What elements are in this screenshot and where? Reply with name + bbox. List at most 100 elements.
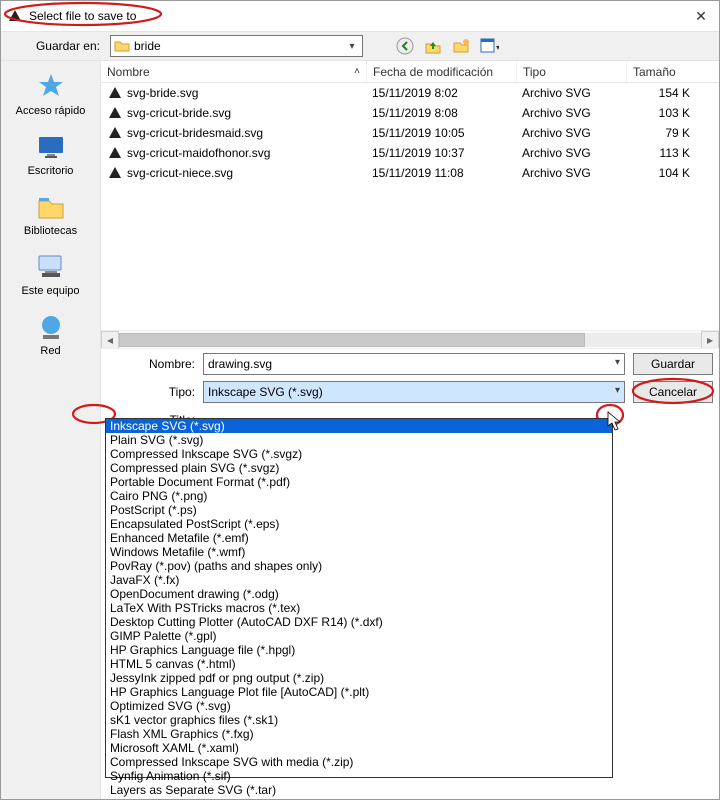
scroll-left-icon[interactable]: ◂ bbox=[101, 331, 119, 349]
file-name: svg-cricut-bridesmaid.svg bbox=[127, 126, 263, 140]
type-option[interactable]: Windows Metafile (*.wmf) bbox=[106, 545, 612, 559]
file-list[interactable]: Nombre˄ Fecha de modificación Tipo Tamañ… bbox=[101, 61, 719, 349]
sidebar-item-this-pc[interactable]: Este equipo bbox=[11, 251, 91, 297]
inkscape-file-icon bbox=[107, 145, 123, 161]
close-button[interactable]: ✕ bbox=[689, 5, 713, 27]
file-date: 15/11/2019 10:37 bbox=[366, 146, 516, 160]
file-type: Archivo SVG bbox=[516, 126, 626, 140]
window-title: Select file to save to bbox=[29, 9, 136, 23]
sidebar-item-libraries[interactable]: Bibliotecas bbox=[11, 191, 91, 237]
type-option[interactable]: Optimized SVG (*.svg) bbox=[106, 699, 612, 713]
type-option[interactable]: Flash XML Graphics (*.fxg) bbox=[106, 727, 612, 741]
type-option[interactable]: Microsoft XAML (*.xaml) bbox=[106, 741, 612, 755]
save-dialog: Select file to save to ✕ Guardar en: bri… bbox=[0, 0, 720, 800]
type-option[interactable]: JessyInk zipped pdf or png output (*.zip… bbox=[106, 671, 612, 685]
file-type: Archivo SVG bbox=[516, 166, 626, 180]
type-option[interactable]: Inkscape SVG (*.svg) bbox=[106, 419, 612, 433]
type-option[interactable]: Compressed Inkscape SVG with media (*.zi… bbox=[106, 755, 612, 769]
type-option[interactable]: Compressed plain SVG (*.svgz) bbox=[106, 461, 612, 475]
type-option[interactable]: JavaFX (*.fx) bbox=[106, 573, 612, 587]
svg-text:▾: ▾ bbox=[496, 43, 499, 52]
file-type: Archivo SVG bbox=[516, 146, 626, 160]
col-size[interactable]: Tamaño bbox=[626, 61, 696, 82]
type-option[interactable]: HP Graphics Language file (*.hpgl) bbox=[106, 643, 612, 657]
type-option[interactable]: PovRay (*.pov) (paths and shapes only) bbox=[106, 559, 612, 573]
up-folder-icon[interactable] bbox=[423, 36, 443, 56]
table-row[interactable]: svg-cricut-bride.svg15/11/2019 8:08Archi… bbox=[101, 103, 719, 123]
file-type: Archivo SVG bbox=[516, 86, 626, 100]
back-icon[interactable] bbox=[395, 36, 415, 56]
type-value: Inkscape SVG (*.svg) bbox=[208, 385, 323, 399]
save-button[interactable]: Guardar bbox=[633, 353, 713, 375]
sidebar-item-quick-access[interactable]: Acceso rápido bbox=[11, 71, 91, 117]
file-name: svg-cricut-niece.svg bbox=[127, 166, 233, 180]
file-size: 154 K bbox=[626, 86, 696, 100]
table-row[interactable]: svg-cricut-niece.svg15/11/2019 11:08Arch… bbox=[101, 163, 719, 183]
places-sidebar: Acceso rápido Escritorio Bibliotecas Est… bbox=[1, 61, 101, 799]
type-option[interactable]: Layers as Separate SVG (*.tar) bbox=[106, 783, 612, 797]
scroll-thumb[interactable] bbox=[119, 333, 585, 347]
toolbar: Guardar en: bride ▾ ▾ bbox=[1, 31, 719, 61]
type-combo[interactable]: Inkscape SVG (*.svg) ▾ bbox=[203, 381, 625, 403]
sidebar-item-label: Este equipo bbox=[21, 285, 79, 297]
scroll-track[interactable] bbox=[119, 333, 701, 347]
type-option[interactable]: Cairo PNG (*.png) bbox=[106, 489, 612, 503]
type-option[interactable]: Compressed Inkscape SVG (*.svgz) bbox=[106, 447, 612, 461]
chevron-down-icon: ▾ bbox=[615, 385, 620, 396]
type-dropdown[interactable]: Inkscape SVG (*.svg)Plain SVG (*.svg)Com… bbox=[105, 418, 613, 778]
network-icon bbox=[35, 311, 67, 343]
titlebar: Select file to save to ✕ bbox=[1, 1, 719, 31]
file-name: svg-cricut-bride.svg bbox=[127, 106, 231, 120]
type-option[interactable]: HP Graphics Language Plot file [AutoCAD]… bbox=[106, 685, 612, 699]
type-option[interactable]: Desktop Cutting Plotter (AutoCAD DXF R14… bbox=[106, 615, 612, 629]
filename-value: drawing.svg bbox=[208, 357, 272, 371]
type-option[interactable]: Portable Document Format (*.pdf) bbox=[106, 475, 612, 489]
col-date[interactable]: Fecha de modificación bbox=[366, 61, 516, 82]
location-combo-value: bride bbox=[134, 39, 161, 53]
view-menu-icon[interactable]: ▾ bbox=[479, 36, 499, 56]
desktop-icon bbox=[35, 131, 67, 163]
chevron-down-icon: ▾ bbox=[344, 38, 360, 54]
table-row[interactable]: svg-bride.svg15/11/2019 8:02Archivo SVG1… bbox=[101, 83, 719, 103]
libraries-icon bbox=[35, 191, 67, 223]
type-option[interactable]: PostScript (*.ps) bbox=[106, 503, 612, 517]
sidebar-item-network[interactable]: Red bbox=[11, 311, 91, 357]
sort-asc-icon: ˄ bbox=[354, 66, 360, 77]
star-icon bbox=[35, 71, 67, 103]
col-type[interactable]: Tipo bbox=[516, 61, 626, 82]
type-option[interactable]: Encapsulated PostScript (*.eps) bbox=[106, 517, 612, 531]
inkscape-file-icon bbox=[107, 105, 123, 121]
type-option[interactable]: LaTeX With PSTricks macros (*.tex) bbox=[106, 601, 612, 615]
sidebar-item-label: Escritorio bbox=[28, 165, 74, 177]
filename-input[interactable]: drawing.svg ▾ bbox=[203, 353, 625, 375]
type-option[interactable]: HTML 5 canvas (*.html) bbox=[106, 657, 612, 671]
cursor-icon bbox=[607, 411, 623, 433]
location-combo[interactable]: bride ▾ bbox=[110, 35, 363, 57]
file-size: 103 K bbox=[626, 106, 696, 120]
cancel-button[interactable]: Cancelar bbox=[633, 381, 713, 403]
type-option[interactable]: GIMP Palette (*.gpl) bbox=[106, 629, 612, 643]
column-headers[interactable]: Nombre˄ Fecha de modificación Tipo Tamañ… bbox=[101, 61, 719, 83]
type-option[interactable]: OpenDocument drawing (*.odg) bbox=[106, 587, 612, 601]
file-name: svg-cricut-maidofhonor.svg bbox=[127, 146, 270, 160]
col-name[interactable]: Nombre˄ bbox=[101, 61, 366, 82]
sidebar-item-label: Bibliotecas bbox=[24, 225, 77, 237]
table-row[interactable]: svg-cricut-bridesmaid.svg 15/11/2019 10:0… bbox=[101, 123, 719, 143]
file-name: svg-bride.svg bbox=[127, 86, 198, 100]
sidebar-item-desktop[interactable]: Escritorio bbox=[11, 131, 91, 177]
file-size: 79 K bbox=[626, 126, 696, 140]
type-option[interactable]: Plain SVG (*.svg) bbox=[106, 433, 612, 447]
type-option[interactable]: Synfig Animation (*.sif) bbox=[106, 769, 612, 783]
sidebar-item-label: Red bbox=[40, 345, 60, 357]
horizontal-scrollbar[interactable]: ◂ ▸ bbox=[101, 330, 719, 348]
new-folder-icon[interactable] bbox=[451, 36, 471, 56]
table-row[interactable]: svg-cricut-maidofhonor.svg 15/11/2019 10:… bbox=[101, 143, 719, 163]
scroll-right-icon[interactable]: ▸ bbox=[701, 331, 719, 349]
app-icon bbox=[7, 8, 23, 24]
file-date: 15/11/2019 10:05 bbox=[366, 126, 516, 140]
inkscape-file-icon bbox=[107, 165, 123, 181]
file-size: 104 K bbox=[626, 166, 696, 180]
type-option[interactable]: Enhanced Metafile (*.emf) bbox=[106, 531, 612, 545]
type-option[interactable]: sK1 vector graphics files (*.sk1) bbox=[106, 713, 612, 727]
file-type: Archivo SVG bbox=[516, 106, 626, 120]
